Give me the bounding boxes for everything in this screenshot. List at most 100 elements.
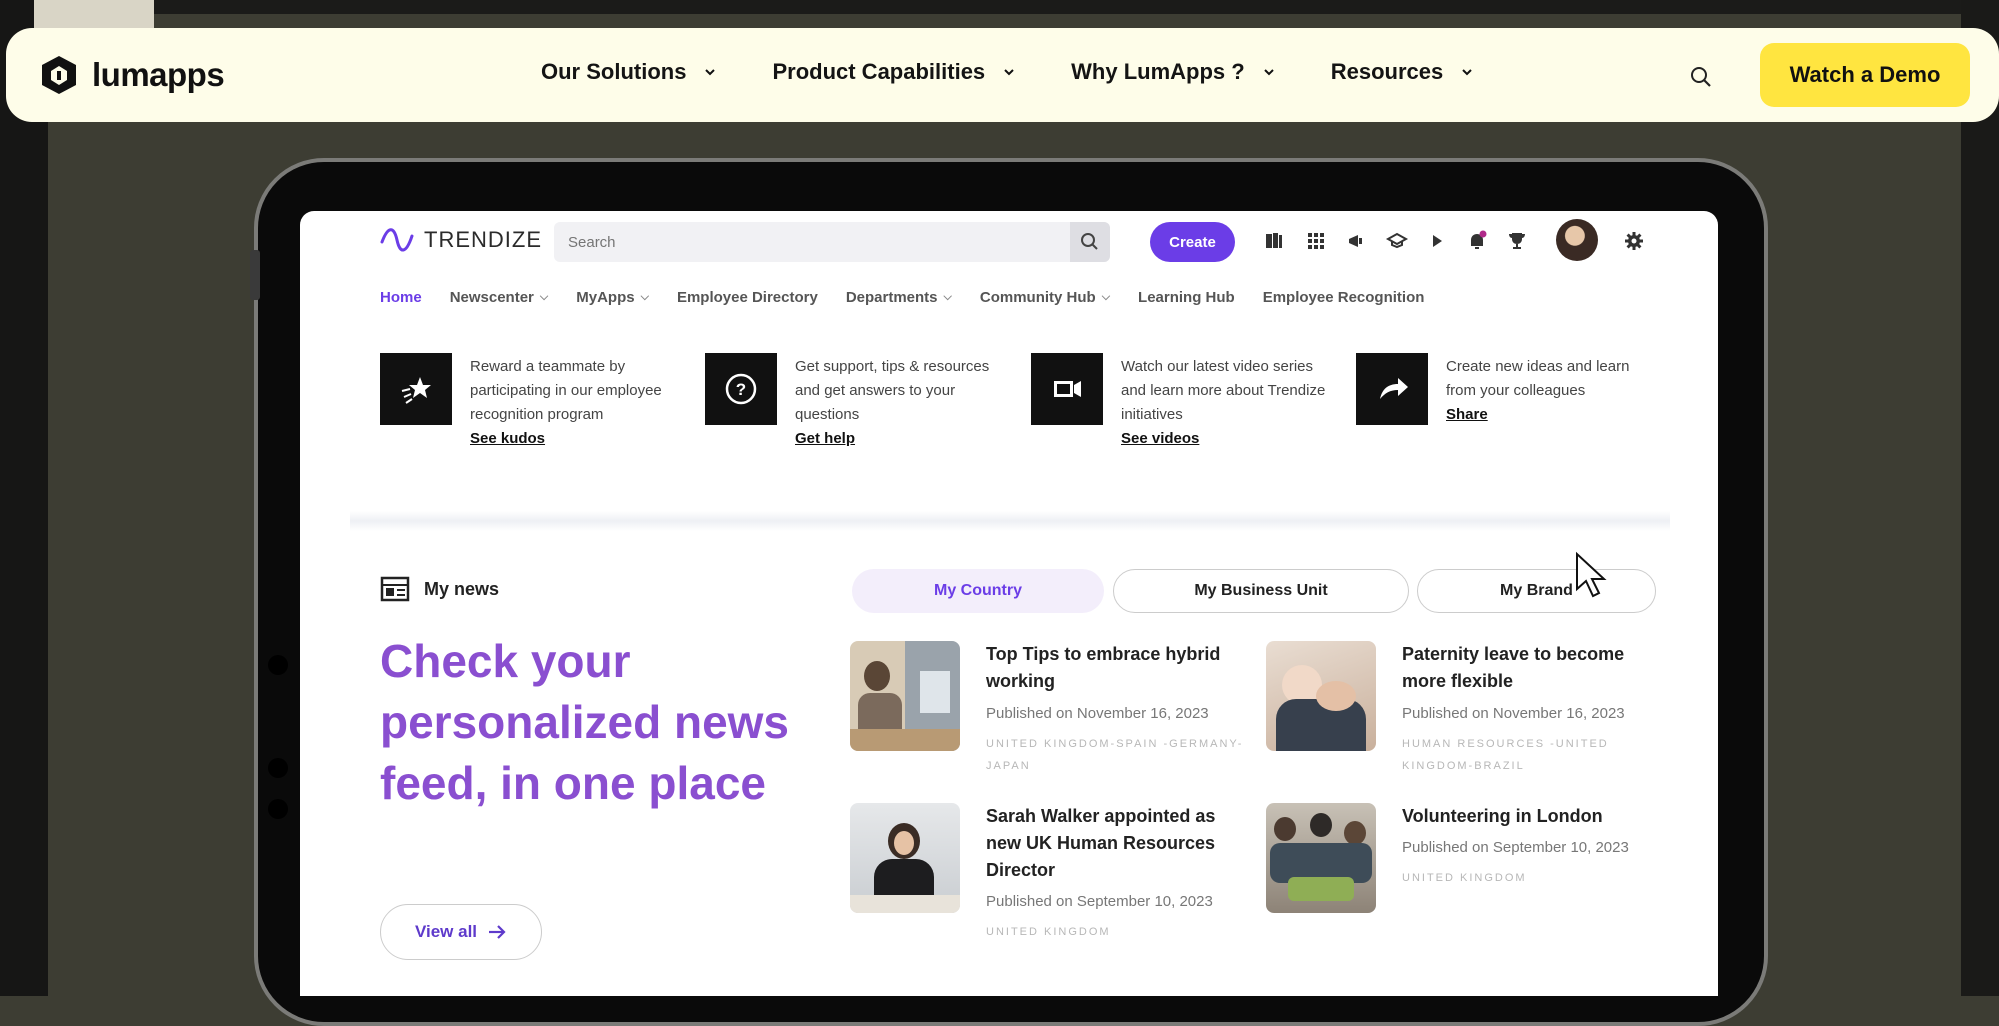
trendize-logo[interactable]: TRENDIZE <box>380 227 542 253</box>
menu-label: Product Capabilities <box>772 59 986 84</box>
app-search-button[interactable] <box>1070 222 1110 262</box>
newspaper-icon <box>380 576 410 602</box>
app-nav-newscenter[interactable]: Newscenter ⌵ <box>450 289 549 306</box>
tab-my-country[interactable]: My Country <box>852 569 1104 613</box>
window-top-edge <box>0 0 1999 14</box>
tablet-button-dot <box>268 799 288 819</box>
nav-label: MyApps <box>576 289 635 306</box>
quick-link-text: Get support, tips & resources and get an… <box>795 358 990 423</box>
quick-link-text: Create new ideas and learn from your col… <box>1446 358 1630 399</box>
video-icon <box>1031 353 1103 425</box>
see-videos-link[interactable]: See videos <box>1121 427 1336 451</box>
article-thumbnail <box>850 803 960 913</box>
news-headline: Check your personalized news feed, in on… <box>380 635 790 809</box>
article-title: Volunteering in London <box>1402 806 1603 826</box>
menu-why-lumapps[interactable]: Why LumApps ? <box>1071 59 1275 85</box>
search-icon[interactable] <box>1688 64 1714 90</box>
chevron-down-icon: ⌵ <box>1101 291 1111 303</box>
top-navbar: lumapps Our Solutions Product Capabiliti… <box>6 28 1999 122</box>
bell-icon[interactable] <box>1465 229 1489 253</box>
nav-label: Newscenter <box>449 289 534 306</box>
chevron-down-icon <box>1462 69 1472 76</box>
nav-label: Community Hub <box>979 289 1096 306</box>
app-nav-community-hub[interactable]: Community Hub ⌵ <box>980 289 1110 306</box>
tab-my-business-unit[interactable]: My Business Unit <box>1113 569 1409 613</box>
tablet-button-dot <box>268 655 288 675</box>
article-date: Published on September 10, 2023 <box>1402 839 1629 856</box>
article-title: Paternity leave to become more flexible <box>1402 644 1625 691</box>
view-all-button[interactable]: View all <box>380 904 542 960</box>
watch-demo-button[interactable]: Watch a Demo <box>1760 43 1970 107</box>
window-left-edge <box>0 0 48 996</box>
app-nav-myapps[interactable]: MyApps ⌵ <box>576 289 649 306</box>
chevron-down-icon <box>705 69 716 76</box>
logo-wordmark: lumapps <box>92 56 225 93</box>
menu-our-solutions[interactable]: Our Solutions <box>541 59 716 85</box>
app-nav: Home Newscenter ⌵ MyApps ⌵ Employee Direct… <box>380 289 1452 306</box>
arrow-right-icon <box>489 925 506 939</box>
share-icon <box>1356 353 1428 425</box>
chevron-down-icon <box>1264 69 1274 76</box>
article-tags: UNITED KINGDOM <box>986 926 1111 938</box>
lumapps-logo[interactable]: lumapps <box>38 54 225 96</box>
article-date: Published on November 16, 2023 <box>1402 705 1625 722</box>
article-thumbnail <box>1266 803 1376 913</box>
app-nav-employee-recognition[interactable]: Employee Recognition <box>1263 289 1425 306</box>
nav-label: Home <box>380 289 422 306</box>
play-icon[interactable] <box>1425 229 1449 253</box>
article-tags: UNITED KINGDOM <box>1402 872 1527 884</box>
chevron-down-icon <box>1004 69 1014 76</box>
see-kudos-link[interactable]: See kudos <box>470 427 685 451</box>
search-icon <box>1081 233 1098 250</box>
article-tags: HUMAN RESOURCES -UNITED KINGDOM-BRAZIL <box>1402 738 1609 772</box>
chevron-down-icon: ⌵ <box>539 291 549 303</box>
section-divider <box>350 511 1670 531</box>
nav-label: Employee Recognition <box>1262 289 1425 306</box>
window-right-edge <box>1961 0 1999 996</box>
quick-link-text: Reward a teammate by participating in ou… <box>470 358 662 423</box>
article-title: Sarah Walker appointed as new UK Human R… <box>986 806 1216 880</box>
settings-icon[interactable] <box>1622 229 1646 253</box>
mouse-cursor-icon <box>1576 551 1607 598</box>
share-link[interactable]: Share <box>1446 403 1661 427</box>
tablet-screen: TRENDIZE Create Home Newscenter ⌵ MyApps ⌵… <box>300 211 1718 996</box>
menu-product-capabilities[interactable]: Product Capabilities <box>772 59 1015 85</box>
article-date: Published on September 10, 2023 <box>986 893 1213 910</box>
app-nav-employee-directory[interactable]: Employee Directory <box>677 289 818 306</box>
view-all-label: View all <box>414 922 478 941</box>
main-menu: Our Solutions Product Capabilities Why L… <box>541 59 1529 85</box>
star-icon <box>380 353 452 425</box>
article-thumbnail <box>1266 641 1376 751</box>
article-thumbnail <box>850 641 960 751</box>
apps-grid-icon[interactable] <box>1304 229 1328 253</box>
app-nav-home[interactable]: Home <box>380 289 422 306</box>
user-avatar[interactable] <box>1556 219 1598 261</box>
get-help-link[interactable]: Get help <box>795 427 1010 451</box>
trophy-icon[interactable] <box>1505 229 1529 253</box>
app-nav-departments[interactable]: Departments ⌵ <box>846 289 952 306</box>
quick-link-text: Watch our latest video series and learn … <box>1121 358 1326 423</box>
svg-text:?: ? <box>736 380 746 399</box>
tablet-side-button <box>250 250 260 300</box>
tab-my-brand[interactable]: My Brand <box>1417 569 1656 613</box>
app-nav-learning-hub[interactable]: Learning Hub <box>1138 289 1235 306</box>
menu-label: Resources <box>1330 59 1444 84</box>
menu-label: Our Solutions <box>541 59 687 84</box>
tablet-button-dot <box>268 758 288 778</box>
menu-label: Why LumApps ? <box>1071 59 1245 84</box>
book-icon[interactable] <box>1262 229 1286 253</box>
menu-resources[interactable]: Resources <box>1331 59 1474 85</box>
wave-logo-icon <box>380 228 414 252</box>
my-news-heading: My news <box>380 576 499 602</box>
article-tags: UNITED KINGDOM-SPAIN -GERMANY-JAPAN <box>986 738 1244 772</box>
school-icon[interactable] <box>1385 229 1409 253</box>
nav-label: Learning Hub <box>1138 289 1235 306</box>
nav-label: Employee Directory <box>676 289 818 306</box>
app-search-input[interactable] <box>554 222 1062 262</box>
chevron-down-icon: ⌵ <box>943 291 952 303</box>
megaphone-icon[interactable] <box>1345 229 1369 253</box>
article-title: Top Tips to embrace hybrid working <box>986 644 1221 691</box>
create-button[interactable]: Create <box>1150 222 1235 262</box>
app-search-bar[interactable] <box>554 222 1110 262</box>
brand-name: TRENDIZE <box>424 227 542 252</box>
